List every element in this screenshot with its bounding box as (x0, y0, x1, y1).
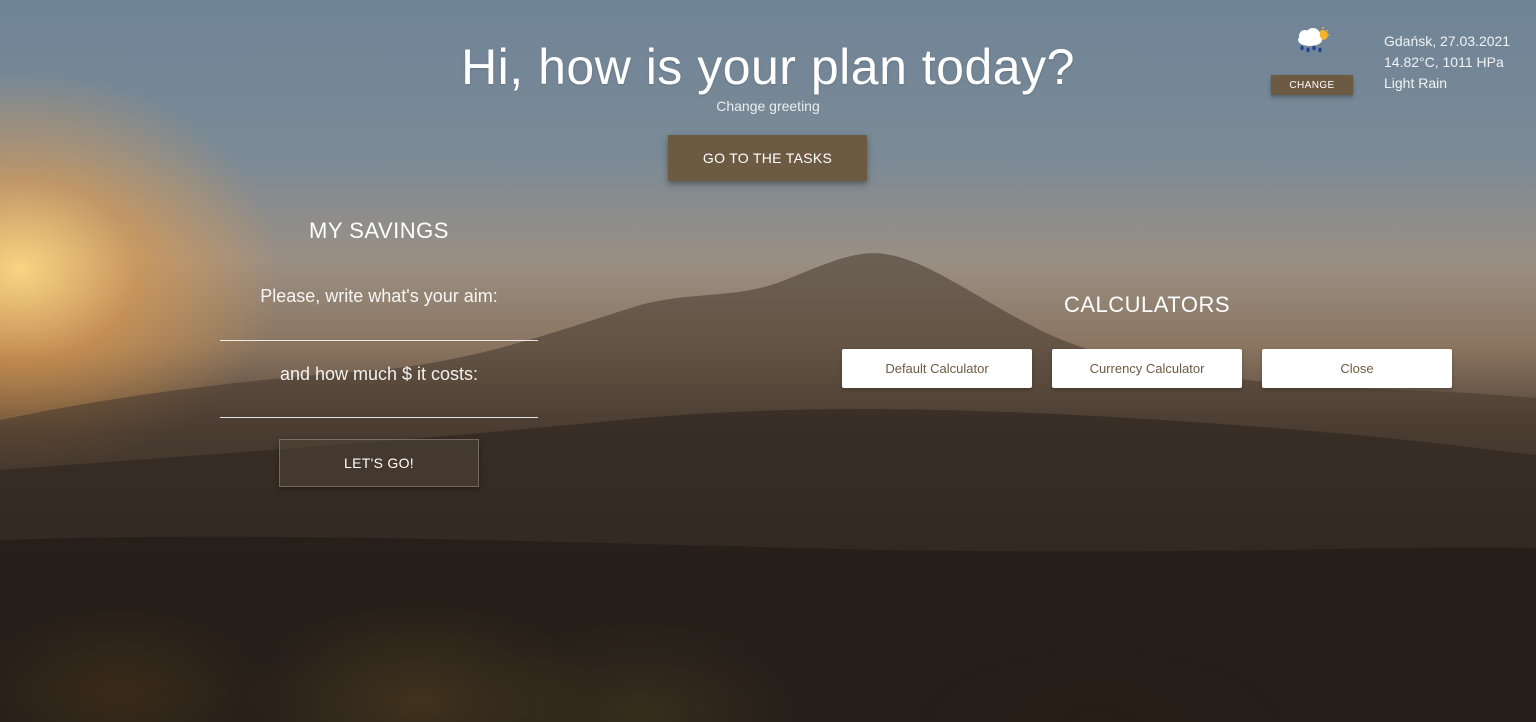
go-to-tasks-button[interactable]: GO TO THE TASKS (668, 135, 867, 181)
savings-aim-label: Please, write what's your aim: (260, 286, 498, 306)
change-location-button[interactable]: CHANGE (1271, 75, 1353, 95)
savings-aim-input[interactable] (220, 313, 538, 341)
weather-location-date: Gdańsk, 27.03.2021 (1384, 33, 1511, 49)
default-calculator-button[interactable]: Default Calculator (842, 349, 1032, 388)
savings-cost-input[interactable] (220, 390, 538, 418)
currency-calculator-button[interactable]: Currency Calculator (1052, 349, 1242, 388)
background-scene: Hi, how is your plan today? Change greet… (0, 0, 1536, 722)
lets-go-button[interactable]: LET'S GO! (279, 439, 479, 487)
weather-temp-pressure: 14.82°C, 1011 HPa (1384, 54, 1504, 70)
change-greeting-link[interactable]: Change greeting (0, 98, 1536, 114)
close-calculator-button[interactable]: Close (1262, 349, 1452, 388)
rain-cloud-sun-icon (1298, 27, 1330, 53)
savings-cost-label: and how much $ it costs: (279, 364, 479, 384)
foreground-bushes (0, 462, 1536, 722)
calculators-title: CALCULATORS (1063, 292, 1231, 317)
weather-description: Light Rain (1384, 75, 1448, 91)
weather-info: Gdańsk, 27.03.2021 14.82°C, 1011 HPa Lig… (1384, 31, 1534, 94)
savings-title: MY SAVINGS (309, 218, 449, 243)
